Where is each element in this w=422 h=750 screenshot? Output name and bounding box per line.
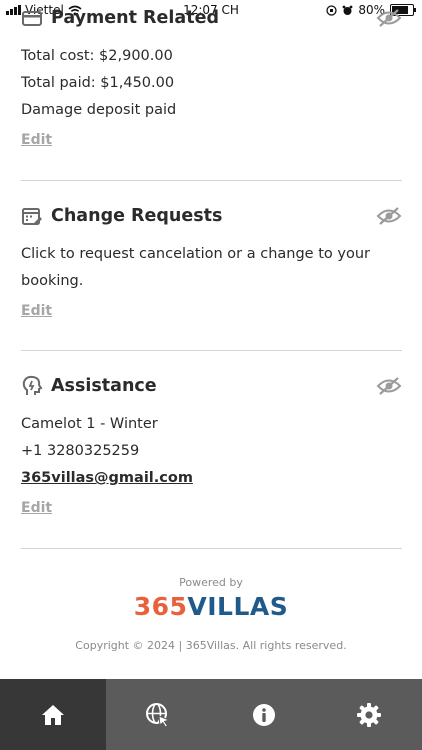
email-link[interactable]: 365villas@gmail.com bbox=[21, 465, 402, 492]
change-request-text: Click to request cancelation or a change… bbox=[21, 246, 370, 262]
payment-title: Payment Related bbox=[51, 8, 219, 28]
payment-section: Payment Related Total cost: $2,900.00 To… bbox=[21, 4, 402, 148]
assistance-edit-link[interactable]: Edit bbox=[21, 500, 52, 516]
copyright-text: Copyright © 2024 | 365Villas. All rights… bbox=[75, 639, 347, 652]
assistance-title: Assistance bbox=[51, 376, 157, 396]
payment-card-icon bbox=[22, 11, 42, 26]
globe-cursor-icon bbox=[146, 702, 171, 728]
assistance-section: Assistance Camelot 1 - Winter +1 3280325… bbox=[21, 372, 402, 516]
bottom-tab-bar bbox=[0, 679, 422, 750]
change-requests-title: Change Requests bbox=[51, 206, 223, 226]
calendar-edit-icon bbox=[22, 208, 42, 225]
change-request-text-cont: booking. bbox=[21, 273, 84, 289]
total-cost-text: Total cost: $2,900.00 bbox=[21, 48, 173, 64]
assistance-head-icon bbox=[22, 375, 43, 395]
deposit-status-text: Damage deposit paid bbox=[21, 102, 177, 118]
payment-edit-link[interactable]: Edit bbox=[21, 132, 52, 148]
tab-info[interactable] bbox=[211, 679, 317, 750]
tab-home[interactable] bbox=[0, 679, 106, 750]
tab-website[interactable] bbox=[106, 679, 212, 750]
eye-off-icon[interactable] bbox=[376, 206, 402, 226]
eye-off-icon[interactable] bbox=[376, 8, 402, 28]
eye-off-icon[interactable] bbox=[376, 376, 402, 396]
gear-icon bbox=[357, 702, 382, 727]
divider bbox=[21, 548, 402, 549]
logo-number: 365 bbox=[133, 592, 188, 621]
info-icon bbox=[252, 703, 275, 726]
phone-number[interactable]: +1 3280325259 bbox=[21, 438, 402, 465]
home-icon bbox=[41, 704, 64, 725]
tab-settings[interactable] bbox=[317, 679, 422, 750]
brand-logo[interactable]: 365VILLAS bbox=[0, 592, 422, 621]
divider bbox=[21, 350, 402, 351]
divider bbox=[21, 180, 402, 181]
total-paid-text: Total paid: $1,450.00 bbox=[21, 75, 175, 91]
powered-by-label: Powered by bbox=[179, 576, 243, 589]
change-requests-section: Change Requests Click to request cancela… bbox=[21, 202, 402, 319]
change-requests-edit-link[interactable]: Edit bbox=[21, 303, 52, 319]
logo-text: VILLAS bbox=[187, 592, 289, 621]
property-name: Camelot 1 - Winter bbox=[21, 416, 158, 432]
